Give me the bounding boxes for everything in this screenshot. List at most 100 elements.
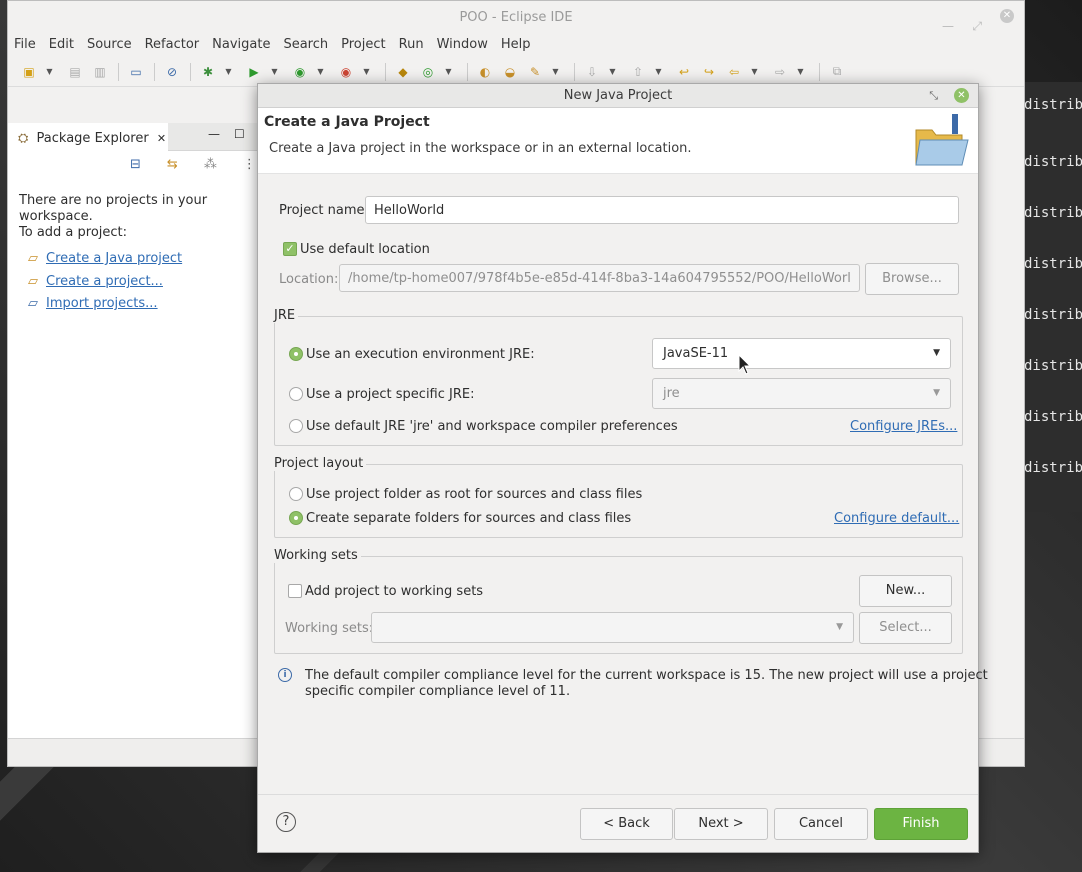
chevron-down-icon: ▼ xyxy=(933,388,940,398)
new-working-set-button[interactable]: New... xyxy=(859,575,952,607)
new-package-icon[interactable]: ◆ xyxy=(394,64,412,80)
search-icon[interactable]: ✎ xyxy=(526,64,544,80)
new-class-icon[interactable]: ◎ xyxy=(419,64,437,80)
run-icon[interactable]: ▶ xyxy=(245,64,263,80)
menu-source[interactable]: Source xyxy=(87,35,140,57)
location-input[interactable] xyxy=(339,264,860,292)
chevron-down-icon[interactable]: ▼ xyxy=(750,64,759,80)
chevron-down-icon[interactable]: ▼ xyxy=(654,64,663,80)
menu-window[interactable]: Window xyxy=(437,35,496,57)
create-java-project-link-row: ▱ Create a Java project xyxy=(28,251,182,266)
browse-button[interactable]: Browse... xyxy=(865,263,959,295)
project-specific-jre-select[interactable]: jre ▼ xyxy=(652,378,951,409)
import-projects-link-row: ▱ Import projects... xyxy=(28,296,158,311)
cancel-button[interactable]: Cancel xyxy=(774,808,868,840)
project-specific-jre-radio[interactable] xyxy=(289,387,303,401)
execution-environment-radio[interactable] xyxy=(289,347,303,361)
coverage-icon[interactable]: ◉ xyxy=(291,64,309,80)
chevron-down-icon[interactable]: ▼ xyxy=(224,64,233,80)
maximize-view-icon[interactable]: ☐ xyxy=(234,127,245,141)
toolbar-separator xyxy=(574,62,575,81)
execution-environment-select[interactable]: JavaSE-11 ▼ xyxy=(652,338,951,369)
separate-folders-label: Create separate folders for sources and … xyxy=(306,511,632,526)
create-java-project-link[interactable]: Create a Java project xyxy=(46,251,182,266)
external-tools-icon[interactable]: ◉ xyxy=(337,64,355,80)
terminal-line: distribu xyxy=(1024,205,1082,221)
info-icon: i xyxy=(278,668,292,682)
menu-refactor[interactable]: Refactor xyxy=(145,35,208,57)
import-icon: ▱ xyxy=(28,296,38,311)
menu-project[interactable]: Project xyxy=(341,35,393,57)
menu-run[interactable]: Run xyxy=(399,35,432,57)
last-edit-icon[interactable]: ↩ xyxy=(675,64,693,80)
use-default-location-checkbox[interactable]: ✓ xyxy=(283,242,297,256)
open-perspective-icon[interactable]: ⧉ xyxy=(828,64,846,80)
link-editor-icon[interactable]: ⇆ xyxy=(167,157,178,172)
info-message-line: The default compiler compliance level fo… xyxy=(305,668,988,683)
chevron-down-icon: ▼ xyxy=(933,348,940,358)
back-button[interactable]: < Back xyxy=(580,808,673,840)
project-folder-root-radio[interactable] xyxy=(289,487,303,501)
chevron-down-icon[interactable]: ▼ xyxy=(270,64,279,80)
project-specific-jre-label: Use a project specific JRE: xyxy=(306,387,475,402)
new-icon[interactable]: ▣ xyxy=(20,64,38,80)
close-icon[interactable]: ✕ xyxy=(954,88,969,103)
menu-search[interactable]: Search xyxy=(283,35,336,57)
project-name-input[interactable] xyxy=(365,196,959,224)
debug-icon[interactable]: ✱ xyxy=(199,64,217,80)
menu-file[interactable]: File xyxy=(14,35,44,57)
new-java-project-dialog: New Java Project ⤡ ✕ Create a Java Proje… xyxy=(257,83,988,853)
chevron-down-icon[interactable]: ▼ xyxy=(551,64,560,80)
collapse-all-icon[interactable]: ⊟ xyxy=(130,157,141,172)
add-to-working-sets-checkbox[interactable] xyxy=(288,584,302,598)
pin-icon[interactable]: ↪ xyxy=(700,64,718,80)
menu-navigate[interactable]: Navigate xyxy=(212,35,278,57)
menu-edit[interactable]: Edit xyxy=(49,35,82,57)
chevron-down-icon[interactable]: ▼ xyxy=(608,64,617,80)
open-type-icon[interactable]: ◐ xyxy=(476,64,494,80)
close-tab-icon[interactable]: ✕ xyxy=(157,132,166,145)
default-jre-radio[interactable] xyxy=(289,419,303,433)
message-line: workspace. xyxy=(19,209,93,224)
location-label: Location: xyxy=(279,272,339,287)
close-icon[interactable]: ✕ xyxy=(1000,9,1014,23)
configure-jres-link[interactable]: Configure JREs... xyxy=(850,419,957,434)
minimize-icon[interactable]: — xyxy=(942,9,954,43)
menu-help[interactable]: Help xyxy=(501,35,539,57)
toolbar-separator xyxy=(819,62,820,81)
save-all-icon[interactable]: ▥ xyxy=(91,64,109,80)
minimize-view-icon[interactable]: — xyxy=(208,127,220,141)
toolbar-separator xyxy=(190,62,191,81)
project-icon: ▱ xyxy=(28,274,38,289)
import-projects-link[interactable]: Import projects... xyxy=(46,296,158,311)
back-arrow-icon[interactable]: ⇦ xyxy=(725,64,743,80)
help-icon[interactable]: ? xyxy=(276,812,296,832)
open-folder-icon[interactable]: ◒ xyxy=(501,64,519,80)
chevron-down-icon[interactable]: ▼ xyxy=(316,64,325,80)
focus-icon[interactable]: ⁂ xyxy=(204,157,217,172)
prev-annotation-icon[interactable]: ⇧ xyxy=(629,64,647,80)
separate-folders-radio[interactable] xyxy=(289,511,303,525)
chevron-down-icon[interactable]: ▼ xyxy=(45,64,54,80)
chevron-down-icon[interactable]: ▼ xyxy=(796,64,805,80)
forward-arrow-icon[interactable]: ⇨ xyxy=(771,64,789,80)
save-icon[interactable]: ▤ xyxy=(66,64,84,80)
restore-icon[interactable]: ⤡ xyxy=(929,84,938,108)
terminal-icon[interactable]: ▭ xyxy=(127,64,145,80)
chevron-down-icon[interactable]: ▼ xyxy=(362,64,371,80)
next-button[interactable]: Next > xyxy=(674,808,768,840)
create-project-link[interactable]: Create a project... xyxy=(46,274,163,289)
next-annotation-icon[interactable]: ⇩ xyxy=(583,64,601,80)
menu-bar: File Edit Source Refactor Navigate Searc… xyxy=(8,35,1024,57)
maximize-icon[interactable]: ⤢ xyxy=(972,9,982,43)
wizard-heading: Create a Java Project xyxy=(264,114,430,130)
working-sets-select[interactable]: ▼ xyxy=(371,612,854,643)
view-menu-icon[interactable]: ⋮ xyxy=(243,157,256,172)
configure-default-link[interactable]: Configure default... xyxy=(834,511,959,526)
terminal-line: distribu xyxy=(1024,97,1082,113)
tab-package-explorer[interactable]: ⛭ Package Explorer ✕ xyxy=(8,123,168,151)
chevron-down-icon[interactable]: ▼ xyxy=(444,64,453,80)
finish-button[interactable]: Finish xyxy=(874,808,968,840)
select-working-set-button[interactable]: Select... xyxy=(859,612,952,644)
skip-breakpoints-icon[interactable]: ⊘ xyxy=(163,64,181,80)
